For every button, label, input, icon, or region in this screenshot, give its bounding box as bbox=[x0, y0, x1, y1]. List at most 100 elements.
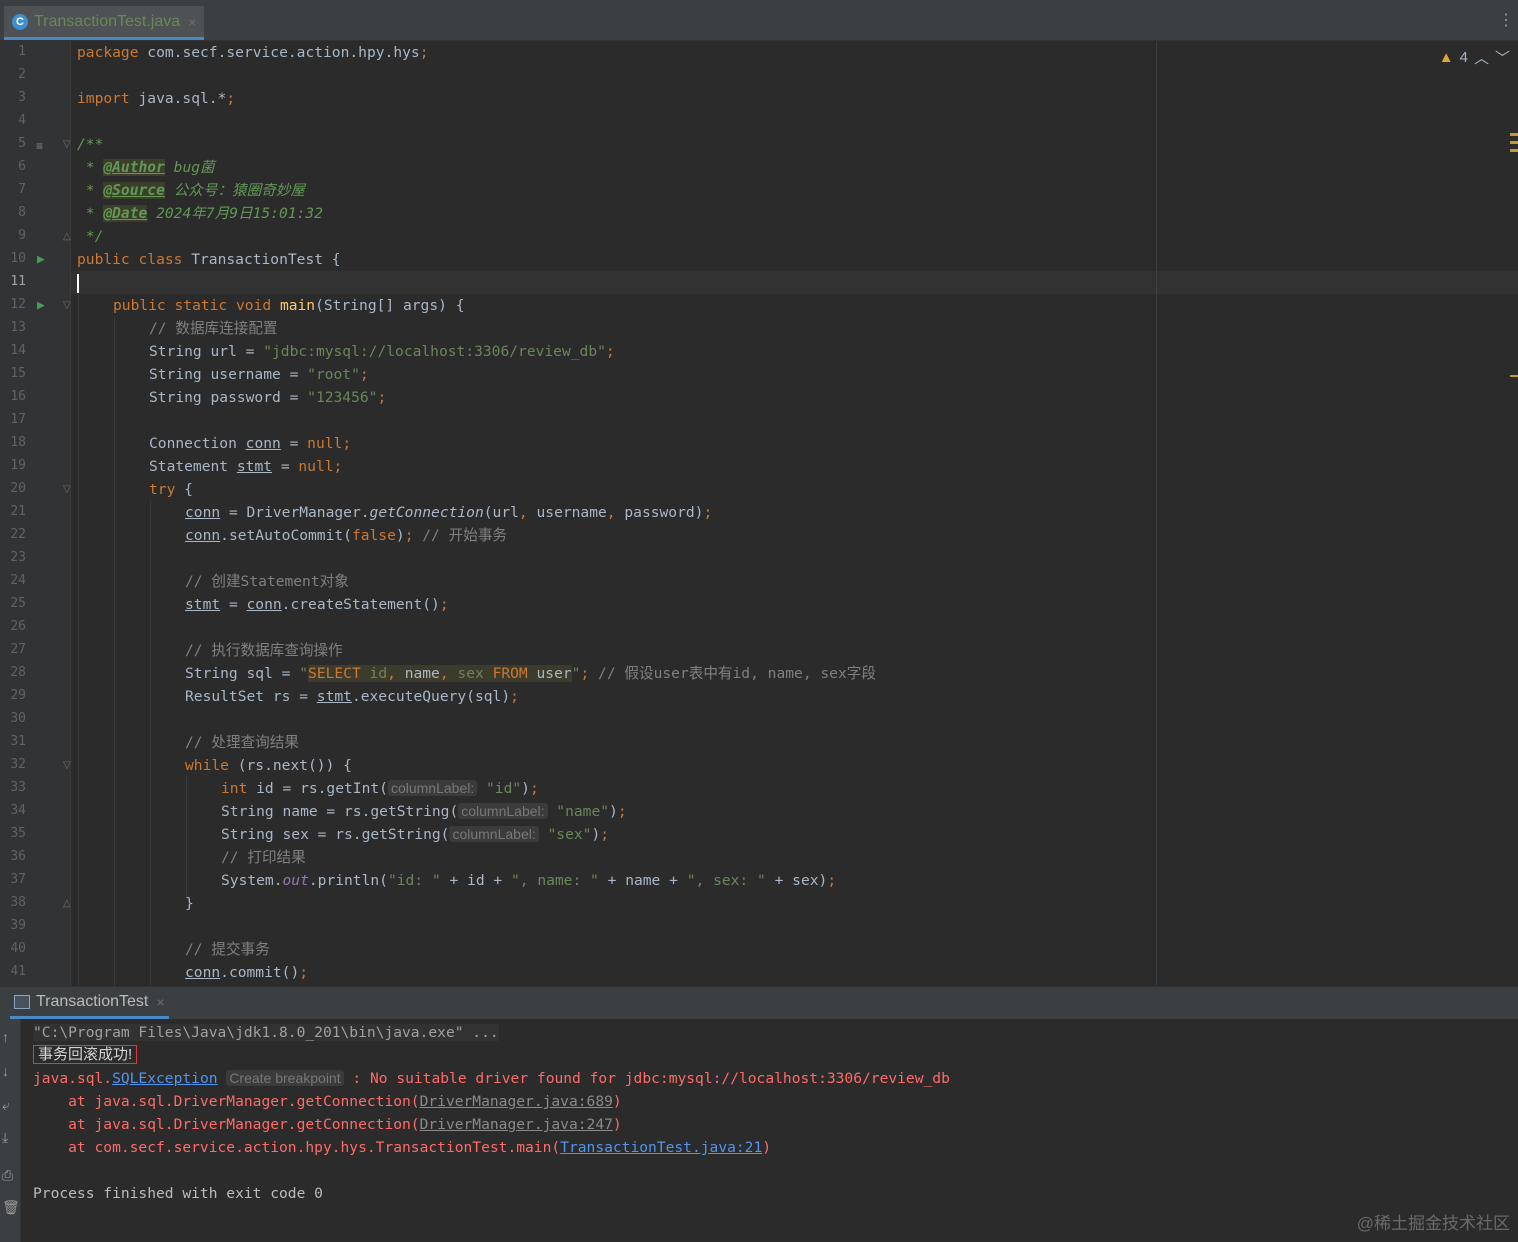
soft-wrap-icon[interactable]: ⤶ bbox=[2, 1097, 10, 1114]
down-arrow-icon[interactable]: ↓ bbox=[2, 1063, 9, 1079]
exception-link[interactable]: SQLException bbox=[112, 1070, 217, 1087]
line-number: 34 bbox=[10, 803, 26, 818]
text-caret bbox=[77, 273, 79, 293]
code-line-8: * @Date 2024年7月9日15:01:32 bbox=[77, 205, 323, 222]
line-number: 30 bbox=[10, 711, 26, 726]
code-line-16: String password = "123456"; bbox=[149, 389, 387, 406]
line-number: 37 bbox=[10, 872, 26, 887]
code-line-10: public class TransactionTest { bbox=[77, 251, 341, 268]
scroll-to-end-icon[interactable]: ⤓ bbox=[2, 1129, 8, 1146]
code-line-14: String url = "jdbc:mysql://localhost:330… bbox=[149, 343, 615, 360]
code-line-35: String sex = rs.getString(columnLabel: "… bbox=[221, 826, 610, 843]
console-icon bbox=[14, 994, 30, 1009]
code-line-11[interactable] bbox=[77, 271, 79, 294]
indent-guide bbox=[186, 777, 187, 897]
line-number: 36 bbox=[10, 849, 26, 864]
code-line-5: /** bbox=[77, 136, 104, 153]
code-line-29: ResultSet rs = stmt.executeQuery(sql); bbox=[185, 688, 519, 705]
warning-stripe-marker[interactable] bbox=[1510, 375, 1518, 377]
line-number: 41 bbox=[10, 964, 26, 979]
run-gutter-icon[interactable]: ▶ bbox=[37, 252, 45, 267]
code-editor[interactable]: ▲ 4 ︿ ﹀ ≡ ▽ △ ▶ ▶ ▽ ▽ ▽ △ 1 2 3 4 5 6 7 8 9 10 11 1… bbox=[0, 41, 1518, 986]
code-line-24: // 创建Statement对象 bbox=[185, 573, 349, 590]
doc-render-icon[interactable]: ≡ bbox=[36, 139, 43, 153]
code-line-38: } bbox=[185, 895, 194, 912]
code-line-6: * @Author bug菌 bbox=[77, 159, 215, 176]
right-margin-guide bbox=[1156, 41, 1157, 986]
fold-icon[interactable]: ▽ bbox=[63, 760, 71, 771]
fold-icon[interactable]: ▽ bbox=[63, 300, 71, 311]
stack-trace-line: at com.secf.service.action.hpy.hys.Trans… bbox=[33, 1139, 772, 1156]
line-number: 14 bbox=[10, 343, 26, 358]
inspection-widget[interactable]: ▲ 4 ︿ ﹀ bbox=[1439, 47, 1510, 68]
run-panel-header: TransactionTest × bbox=[0, 986, 1518, 1019]
line-number: 18 bbox=[10, 435, 26, 450]
line-number: 31 bbox=[10, 734, 26, 749]
line-number: 2 bbox=[18, 67, 26, 82]
line-number: 39 bbox=[10, 918, 26, 933]
stack-trace-link[interactable]: DriverManager.java:689 bbox=[420, 1093, 613, 1110]
warning-stripe-marker[interactable] bbox=[1510, 133, 1518, 136]
code-line-7: * @Source 公众号：猿圈奇妙屋 bbox=[77, 182, 306, 199]
code-line-28: String sql = "SELECT id, name, sex FROM … bbox=[185, 665, 876, 682]
close-run-tab-icon[interactable]: × bbox=[156, 994, 164, 1010]
stack-trace-line: at java.sql.DriverManager.getConnection(… bbox=[33, 1116, 622, 1133]
line-number: 20 bbox=[10, 481, 26, 496]
stack-trace-link[interactable]: DriverManager.java:247 bbox=[420, 1116, 613, 1133]
console-exception-line: java.sql.SQLException Create breakpoint … bbox=[33, 1070, 950, 1087]
line-number: 33 bbox=[10, 780, 26, 795]
fold-icon[interactable]: △ bbox=[63, 231, 71, 242]
code-line-34: String name = rs.getString(columnLabel: … bbox=[221, 803, 627, 820]
code-line-3: import java.sql.*; bbox=[77, 90, 236, 107]
tab-transactiontest-java[interactable]: C TransactionTest.java × bbox=[4, 6, 205, 40]
run-gutter-icon[interactable]: ▶ bbox=[37, 298, 45, 313]
line-number: 25 bbox=[10, 596, 26, 611]
parameter-hint: columnLabel: bbox=[449, 826, 539, 842]
previous-highlight-icon[interactable]: ︿ bbox=[1474, 47, 1489, 68]
code-line-19: Statement stmt = null; bbox=[149, 458, 343, 475]
line-number: 7 bbox=[18, 182, 26, 197]
up-arrow-icon[interactable]: ↑ bbox=[2, 1029, 9, 1045]
code-line-21: conn = DriverManager.getConnection(url, … bbox=[185, 504, 713, 521]
line-number: 27 bbox=[10, 642, 26, 657]
line-number: 15 bbox=[10, 366, 26, 381]
line-number: 35 bbox=[10, 826, 26, 841]
line-number: 6 bbox=[18, 159, 26, 174]
highlighted-success-message: 事务回滚成功! bbox=[33, 1045, 138, 1064]
code-line-20: try { bbox=[149, 481, 193, 498]
close-tab-icon[interactable]: × bbox=[188, 14, 196, 30]
code-line-33: int id = rs.getInt(columnLabel: "id"); bbox=[221, 780, 539, 797]
code-line-12: public static void main(String[] args) { bbox=[113, 297, 465, 314]
next-highlight-icon[interactable]: ﹀ bbox=[1495, 47, 1510, 68]
editor-tab-bar: C TransactionTest.java × ⋮ bbox=[0, 0, 1518, 41]
line-number: 1 bbox=[18, 44, 26, 59]
tab-label: TransactionTest.java bbox=[34, 12, 181, 30]
line-number: 11 bbox=[10, 274, 26, 289]
line-number: 40 bbox=[10, 941, 26, 956]
console-output[interactable]: "C:\Program Files\Java\jdk1.8.0_201\bin\… bbox=[21, 1019, 1518, 1242]
print-icon[interactable]: ⎙ bbox=[2, 1167, 13, 1184]
indent-guide bbox=[150, 501, 151, 986]
code-line-27: // 执行数据库查询操作 bbox=[185, 642, 343, 659]
parameter-hint: columnLabel: bbox=[387, 780, 478, 796]
line-number: 4 bbox=[18, 113, 26, 128]
line-number: 3 bbox=[18, 90, 26, 105]
warning-stripe-marker[interactable] bbox=[1510, 141, 1518, 144]
tab-run-transactiontest[interactable]: TransactionTest × bbox=[10, 987, 169, 1019]
create-breakpoint-hint[interactable]: Create breakpoint bbox=[226, 1070, 344, 1086]
fold-icon[interactable]: ▽ bbox=[63, 484, 71, 495]
line-number: 16 bbox=[10, 389, 26, 404]
line-number: 32 bbox=[10, 757, 26, 772]
line-number: 10 bbox=[10, 251, 26, 266]
trash-icon[interactable]: 🗑 bbox=[2, 1199, 20, 1216]
stack-trace-link[interactable]: TransactionTest.java:21 bbox=[560, 1139, 762, 1156]
code-line-22: conn.setAutoCommit(false); // 开始事务 bbox=[185, 527, 508, 544]
fold-icon[interactable]: ▽ bbox=[63, 139, 71, 150]
more-options-icon[interactable]: ⋮ bbox=[1498, 10, 1514, 30]
code-line-37: System.out.println("id: " + id + ", name… bbox=[221, 872, 837, 889]
code-line-25: stmt = conn.createStatement(); bbox=[185, 596, 449, 613]
fold-icon[interactable]: △ bbox=[63, 898, 71, 909]
warning-stripe-marker[interactable] bbox=[1510, 149, 1518, 152]
run-toolbar: ↑ ↓ ⤶ ⤓ ⎙ 🗑 bbox=[0, 1019, 21, 1242]
indent-guide bbox=[114, 317, 115, 986]
